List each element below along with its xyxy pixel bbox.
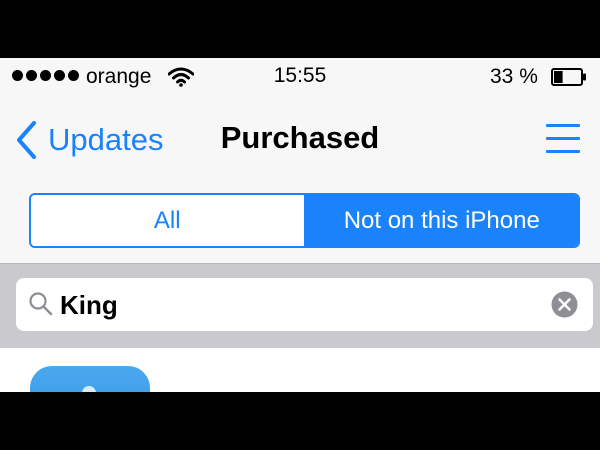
search-bar: [0, 263, 600, 349]
navigation-bar: Updates Purchased: [0, 98, 600, 188]
menu-icon[interactable]: [546, 122, 580, 154]
battery-percent-label: 33 %: [490, 65, 538, 88]
page-title: Purchased: [220, 120, 380, 155]
results-list: [0, 348, 600, 392]
letterbox-bottom: [0, 392, 600, 450]
search-icon: [29, 292, 53, 316]
segment-not-on-this-iphone[interactable]: Not on this iPhone: [305, 195, 578, 246]
segmented-control: All Not on this iPhone: [29, 193, 580, 248]
app-icon[interactable]: [30, 366, 150, 392]
segment-all[interactable]: All: [31, 195, 306, 246]
search-field[interactable]: [16, 278, 593, 331]
clear-icon[interactable]: [551, 291, 578, 318]
status-bar: orange 15:55 33 %: [0, 58, 600, 98]
app-store-screen: orange 15:55 33 % Updates Purchased All …: [0, 58, 600, 392]
letterbox-top: [0, 0, 600, 58]
search-input[interactable]: [60, 288, 540, 322]
battery-icon: [551, 68, 586, 86]
